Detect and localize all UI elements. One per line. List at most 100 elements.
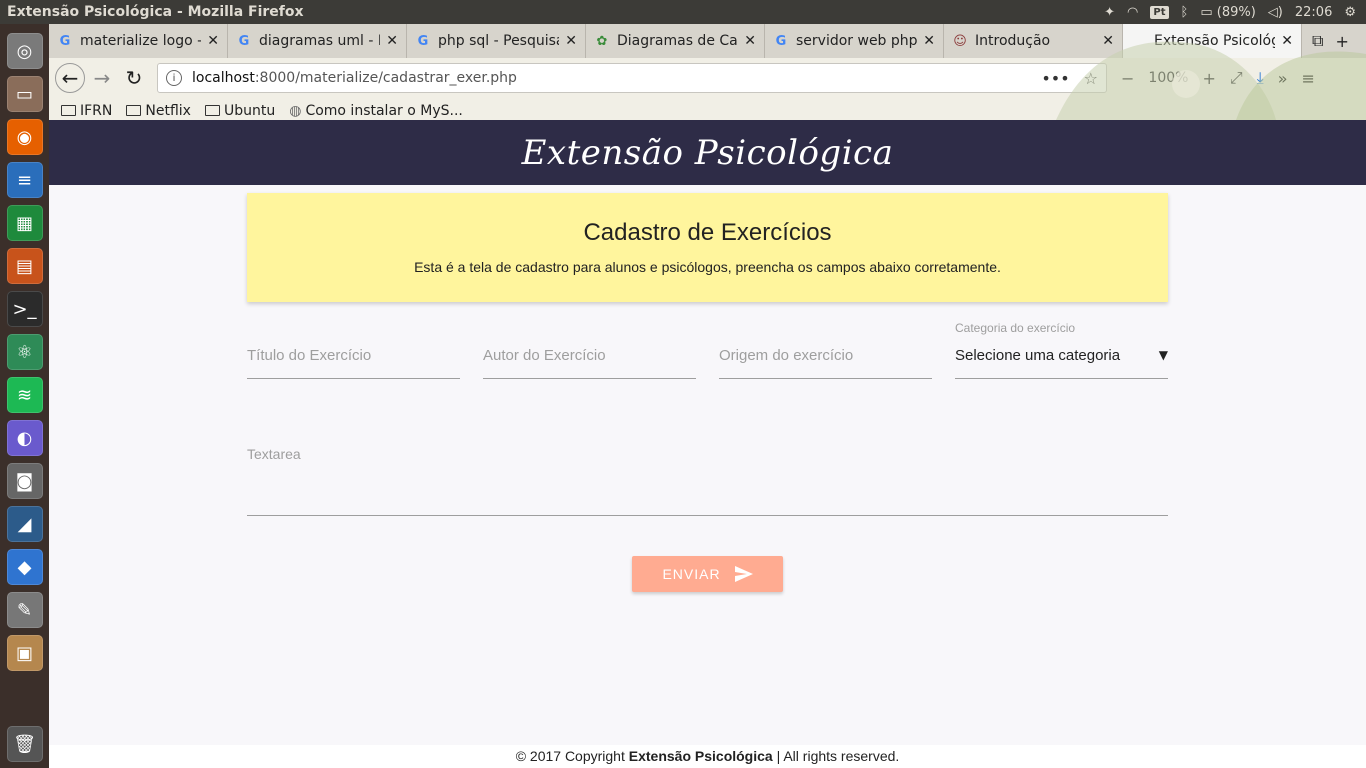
wifi-icon[interactable]: ◠ [1127, 5, 1138, 20]
folder-icon [204, 105, 220, 116]
overflow-chevron-icon[interactable]: » [1278, 69, 1288, 88]
origem-input[interactable]: Origem do exercício [719, 340, 932, 379]
categoria-select[interactable]: Selecione uma categoria ▼ [955, 340, 1168, 379]
reload-icon: ↻ [125, 66, 143, 90]
settings-gear-icon[interactable]: ⚙ [1344, 5, 1356, 20]
send-icon [734, 566, 753, 582]
footer-brand: Extensão Psicológica [628, 748, 773, 764]
tab-close-icon[interactable]: ✕ [565, 33, 577, 49]
site-info-icon[interactable]: i [166, 70, 182, 86]
system-tray: ✦ ◠ Pt ᛒ ▭ (89%) ◁) 22:06 ⚙ [1104, 5, 1366, 20]
keyboard-layout-indicator[interactable]: Pt [1150, 5, 1169, 19]
tab-label: Diagramas de Cas [617, 33, 739, 49]
trash-icon[interactable]: 🗑 [6, 726, 43, 762]
menu-hamburger-icon[interactable]: ≡ [1302, 69, 1315, 88]
downloads-icon[interactable]: ⤓ [1257, 68, 1264, 88]
browser-tab[interactable]: Gdiagramas uml - P ✕ [228, 24, 407, 58]
card-description: Esta é a tela de cadastro para alunos e … [414, 259, 1001, 275]
autor-input[interactable]: Autor do Exercício [483, 340, 696, 379]
zoom-level[interactable]: 100% [1148, 70, 1188, 86]
browser-tab[interactable]: ☺ Introdução ✕ [944, 24, 1123, 58]
toolbar-right: − 100% + ⤢ ⤓ » ≡ [1121, 68, 1315, 88]
tab-favicon-icon: G [59, 33, 71, 49]
firefox-icon[interactable]: ◉ [6, 119, 43, 155]
bookmark-star-icon[interactable]: ☆ [1084, 69, 1098, 88]
tab-close-icon[interactable]: ✕ [207, 33, 219, 49]
url-actions: ••• ☆ [1041, 69, 1098, 88]
new-tab-button[interactable]: + [1335, 32, 1348, 51]
bookmark-item[interactable]: Ubuntu [204, 103, 275, 119]
battery-indicator[interactable]: ▭ (89%) [1200, 5, 1255, 20]
bookmark-item[interactable]: Netflix [126, 103, 191, 119]
tab-favicon-icon: ✿ [596, 33, 608, 49]
descricao-textarea[interactable]: Textarea [247, 446, 1168, 516]
site-header: Extensão Psicológica [49, 120, 1366, 185]
tab-close-icon[interactable]: ✕ [923, 33, 935, 49]
intro-card: Cadastro de Exercícios Esta é a tela de … [247, 193, 1168, 302]
window-title: Extensão Psicológica - Mozilla Firefox [7, 4, 304, 20]
tab-label: Extensão Psicológic [1154, 33, 1275, 49]
titulo-input[interactable]: Título do Exercício [247, 340, 460, 379]
bookmark-item[interactable]: IFRN [61, 103, 112, 119]
origem-placeholder: Origem do exercício [719, 347, 854, 364]
volume-icon[interactable]: ◁) [1268, 5, 1283, 20]
url-bar[interactable]: i localhost:8000/materialize/cadastrar_e… [157, 63, 1107, 93]
browser-tab[interactable]: ✿ Diagramas de Cas ✕ [586, 24, 765, 58]
tab-close-icon[interactable]: ✕ [744, 33, 756, 49]
writer-icon[interactable]: ≡ [6, 162, 43, 198]
impress-icon[interactable]: ▤ [6, 248, 43, 284]
bluetooth-icon[interactable]: ᛒ [1181, 5, 1189, 20]
files-icon[interactable]: ▭ [6, 76, 43, 112]
site-footer: © 2017 Copyright Extensão Psicológica | … [49, 745, 1366, 768]
browser-tab[interactable]: Gmaterialize logo - ✕ [49, 24, 228, 58]
camera-icon[interactable]: ◙ [6, 463, 43, 499]
bookmark-item[interactable]: ◍ Como instalar o MyS... [289, 103, 463, 119]
folder-icon [126, 105, 142, 116]
color-picker-icon[interactable]: ◐ [6, 420, 43, 456]
send-button[interactable]: ENVIAR [632, 556, 783, 592]
categoria-label: Categoria do exercício [955, 321, 1076, 335]
calc-icon[interactable]: ▦ [6, 205, 43, 241]
tab-favicon-icon: G [238, 33, 250, 49]
browser-tab[interactable]: Gservidor web php ✕ [765, 24, 944, 58]
atom-icon[interactable]: ⚛ [6, 334, 43, 370]
fullscreen-icon[interactable]: ⤢ [1230, 68, 1243, 88]
container-tab-icon[interactable]: ⧉ [1312, 31, 1323, 51]
arrow-left-icon: ← [61, 66, 79, 90]
site-title[interactable]: Extensão Psicológica [522, 133, 894, 173]
tab-favicon-icon [1131, 33, 1147, 49]
text-editor-icon[interactable]: ✎ [6, 592, 43, 628]
card-title: Cadastro de Exercícios [583, 219, 832, 246]
back-button[interactable]: ← [55, 63, 85, 93]
mysql-workbench-icon[interactable]: ◢ [6, 506, 43, 542]
ubuntu-dash-icon[interactable]: ◎ [6, 33, 43, 69]
tab-list: Gmaterialize logo - ✕ Gdiagramas uml - P ✕ G… [49, 24, 1302, 58]
clock[interactable]: 22:06 [1295, 5, 1332, 20]
zoom-in-icon[interactable]: + [1202, 69, 1215, 88]
textarea-placeholder: Textarea [247, 446, 301, 462]
firefox-window: Gmaterialize logo - ✕ Gdiagramas uml - P ✕ G… [49, 24, 1366, 768]
tab-close-icon[interactable]: ✕ [1281, 33, 1293, 49]
folder-icon [61, 105, 76, 116]
zoom-out-icon[interactable]: − [1121, 69, 1134, 88]
forward-button[interactable]: → [87, 63, 117, 93]
system-top-bar: Extensão Psicológica - Mozilla Firefox ✦… [0, 0, 1366, 24]
arrow-right-icon: → [93, 66, 111, 90]
browser-tab[interactable]: Extensão Psicológic ✕ [1123, 24, 1302, 58]
categoria-value: Selecione uma categoria [955, 347, 1121, 364]
archive-icon[interactable]: ▣ [6, 635, 43, 671]
tab-close-icon[interactable]: ✕ [386, 33, 398, 49]
footer-prefix: © 2017 Copyright [515, 748, 629, 764]
battery-icon: ▭ [1200, 4, 1213, 20]
url-host: localhost [192, 70, 255, 86]
dropbox-tray-icon[interactable]: ✦ [1104, 5, 1115, 20]
dropbox-icon[interactable]: ◆ [6, 549, 43, 585]
spotify-icon[interactable]: ≋ [6, 377, 43, 413]
navigation-bar: ← → ↻ i localhost:8000/materialize/cadas… [49, 58, 1366, 98]
browser-tab[interactable]: Gphp sql - Pesquisa ✕ [407, 24, 586, 58]
page-actions-icon[interactable]: ••• [1041, 69, 1069, 88]
globe-icon: ◍ [289, 102, 302, 119]
tab-close-icon[interactable]: ✕ [1102, 33, 1114, 49]
terminal-icon[interactable]: >_ [6, 291, 43, 327]
reload-button[interactable]: ↻ [119, 63, 149, 93]
